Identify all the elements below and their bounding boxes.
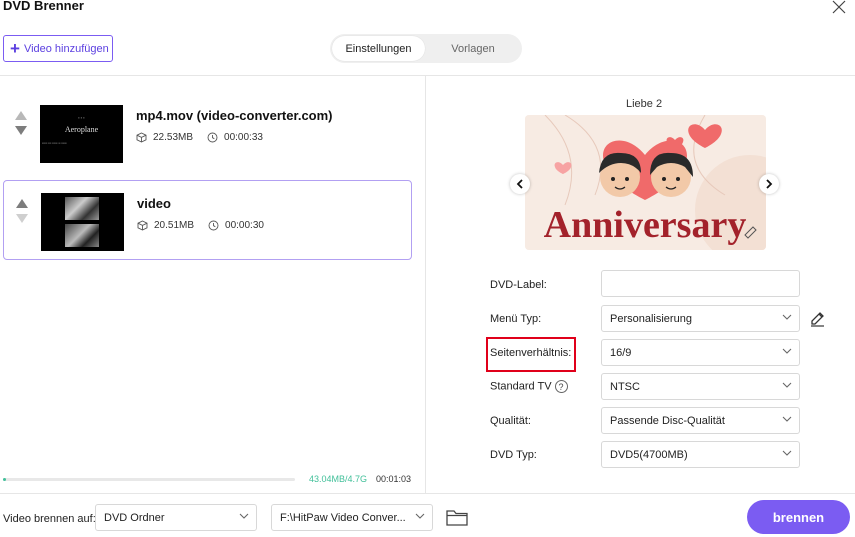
video-name: mp4.mov (video-converter.com)	[136, 108, 333, 123]
video-list-item[interactable]: video 20.51MB 00:00:30	[3, 180, 412, 260]
menu-template-name: Liebe 2	[626, 98, 663, 110]
menu-preview: Anniversary	[525, 115, 766, 250]
quality-label: Qualität:	[490, 415, 531, 427]
aspect-ratio-value: 16/9	[610, 346, 632, 359]
clock-icon	[208, 220, 219, 231]
dvd-label-label: DVD-Label:	[490, 279, 547, 291]
tv-standard-label: Standard TV	[490, 380, 552, 393]
aspect-ratio-select[interactable]: 16/9	[601, 339, 800, 366]
quality-select[interactable]: Passende Disc-Qualität	[601, 407, 800, 434]
video-thumbnail: ▪ ▪ ▪ Aeroplane ▪▪▪▪▪ ▪▪▪ ▪▪▪▪▪ ▪▪ ▪▪▪▪▪	[40, 105, 123, 163]
dvd-label-input[interactable]	[601, 270, 800, 297]
burn-button[interactable]: brennen	[747, 500, 850, 534]
chevron-down-icon	[782, 450, 792, 456]
tv-standard-select[interactable]: NTSC	[601, 373, 800, 400]
tv-standard-value: NTSC	[610, 380, 640, 393]
disc-usage-fill	[3, 478, 6, 481]
edit-menu-icon[interactable]	[809, 310, 826, 330]
move-down-icon[interactable]	[15, 126, 27, 135]
preview-banner-text: Anniversary	[544, 204, 747, 246]
plus-icon: +	[10, 39, 20, 58]
chevron-down-icon	[415, 513, 425, 519]
clock-icon	[207, 132, 218, 143]
highlight-annotation	[486, 337, 576, 372]
burn-target-value: DVD Ordner	[104, 511, 165, 524]
dvd-type-label: DVD Typ:	[490, 449, 537, 461]
menu-type-select[interactable]: Personalisierung	[601, 305, 800, 332]
video-duration: 00:00:33	[224, 132, 263, 143]
move-up-icon[interactable]	[16, 199, 28, 208]
chevron-down-icon	[782, 314, 792, 320]
total-duration: 00:01:03	[376, 474, 412, 484]
folder-icon[interactable]	[446, 509, 468, 529]
disc-usage-text: 43.04MB/4.7G	[309, 474, 368, 484]
toolbar: + Video hinzufügen Einstellungen Vorlage…	[0, 24, 855, 76]
file-size-icon	[136, 132, 147, 143]
dvd-type-value: DVD5(4700MB)	[610, 448, 688, 461]
move-down-icon[interactable]	[16, 214, 28, 223]
video-thumbnail	[41, 193, 124, 251]
add-video-button[interactable]: + Video hinzufügen	[3, 35, 113, 62]
tv-standard-label-group: Standard TV?	[490, 380, 568, 393]
close-icon[interactable]	[832, 0, 848, 14]
file-size-icon	[137, 220, 148, 231]
tab-einstellungen[interactable]: Einstellungen	[332, 36, 425, 61]
next-template-button[interactable]	[759, 174, 779, 194]
disc-usage-bar	[3, 478, 295, 481]
burn-to-label: Video brennen auf:	[3, 513, 96, 525]
reorder-arrows	[16, 199, 30, 227]
burn-target-select[interactable]: DVD Ordner	[95, 504, 257, 531]
output-path-value: F:\HitPaw Video Conver...	[280, 511, 406, 524]
chevron-down-icon	[782, 416, 792, 422]
settings-templates-switch: Einstellungen Vorlagen	[330, 34, 522, 63]
help-icon[interactable]: ?	[554, 380, 568, 393]
window-title: DVD Brenner	[3, 0, 84, 13]
video-meta: 22.53MB 00:00:33	[136, 132, 263, 143]
footer-bar: Video brennen auf: DVD Ordner F:\HitPaw …	[0, 493, 855, 537]
video-list-item[interactable]: ▪ ▪ ▪ Aeroplane ▪▪▪▪▪ ▪▪▪ ▪▪▪▪▪ ▪▪ ▪▪▪▪▪…	[3, 93, 412, 173]
move-up-icon[interactable]	[15, 111, 27, 120]
reorder-arrows	[15, 111, 29, 139]
chevron-down-icon	[782, 382, 792, 388]
previous-template-button[interactable]	[510, 174, 530, 194]
video-size: 22.53MB	[153, 132, 194, 143]
menu-type-value: Personalisierung	[610, 312, 692, 325]
video-name: video	[137, 196, 171, 211]
tab-vorlagen[interactable]: Vorlagen	[426, 36, 520, 61]
video-size: 20.51MB	[154, 220, 195, 231]
thumbnail-title: Aeroplane	[64, 125, 99, 134]
video-list-panel: ▪ ▪ ▪ Aeroplane ▪▪▪▪▪ ▪▪▪ ▪▪▪▪▪ ▪▪ ▪▪▪▪▪…	[0, 76, 426, 493]
chevron-down-icon	[239, 513, 249, 519]
add-video-label: Video hinzufügen	[23, 42, 109, 55]
chevron-right-icon	[766, 179, 773, 189]
video-meta: 20.51MB 00:00:30	[137, 220, 264, 231]
video-duration: 00:00:30	[225, 220, 264, 231]
menu-type-label: Menü Typ:	[490, 313, 542, 325]
chevron-left-icon	[516, 179, 523, 189]
dvd-type-select[interactable]: DVD5(4700MB)	[601, 441, 800, 468]
quality-value: Passende Disc-Qualität	[610, 414, 725, 427]
output-path-select[interactable]: F:\HitPaw Video Conver...	[271, 504, 433, 531]
chevron-down-icon	[782, 348, 792, 354]
